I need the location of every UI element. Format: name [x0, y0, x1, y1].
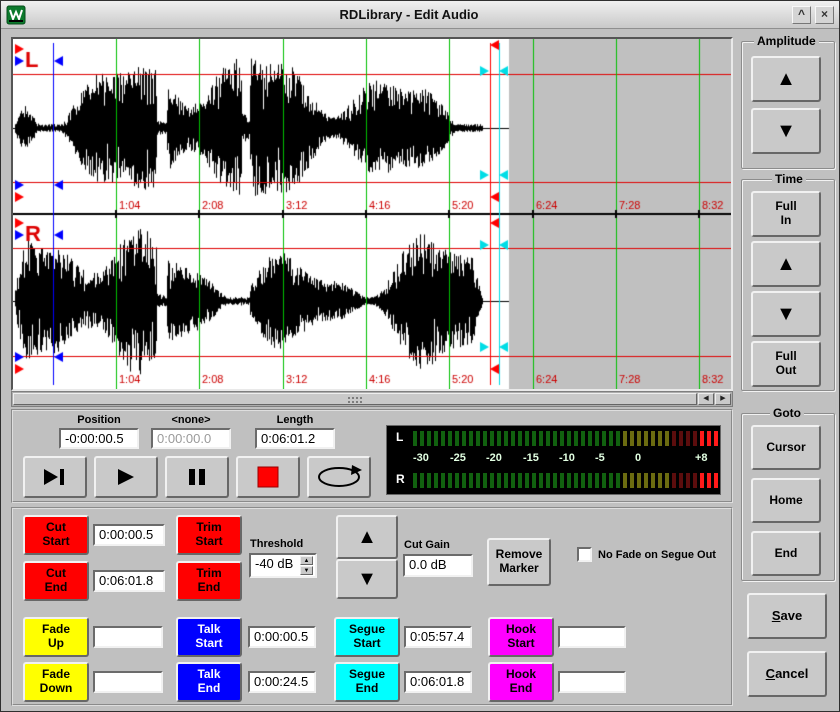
marker-readout-field: 0:00:00.0	[151, 428, 231, 449]
fade-down-button[interactable]: Fade Down	[23, 662, 89, 702]
position-field: -0:00:00.5	[59, 428, 139, 449]
time-down-icon: ▼	[776, 303, 796, 326]
full-in-button[interactable]: Full In	[751, 191, 821, 237]
segue-end-button[interactable]: Segue End	[334, 662, 400, 702]
hook-start-field[interactable]	[558, 626, 626, 648]
stop-icon	[257, 466, 279, 488]
no-fade-checkbox[interactable]	[577, 547, 592, 562]
window-title: RDLibrary - Edit Audio	[30, 7, 788, 22]
waveform-scrollbar[interactable]: ◀ ▶	[11, 391, 733, 407]
amplitude-up-icon: ▲	[776, 68, 796, 91]
cancel-button[interactable]: Cancel	[747, 651, 827, 697]
cancel-button-label: Cancel	[766, 667, 809, 682]
amplitude-up-button[interactable]: ▲	[751, 56, 821, 102]
pause-button[interactable]	[165, 456, 229, 498]
threshold-spinbox[interactable]: -40 dB ▲ ▼	[249, 553, 317, 578]
threshold-spin-up[interactable]: ▲	[300, 556, 313, 565]
shade-button[interactable]: ^	[792, 6, 811, 24]
fade-down-field[interactable]	[93, 671, 163, 693]
gain-down-button[interactable]: ▼	[336, 559, 398, 599]
talk-start-field[interactable]: 0:00:00.5	[248, 626, 316, 648]
fade-up-field[interactable]	[93, 626, 163, 648]
stop-button[interactable]	[236, 456, 300, 498]
amplitude-down-icon: ▼	[776, 120, 796, 143]
cut-start-button[interactable]: Cut Start	[23, 515, 89, 555]
remove-marker-button[interactable]: Remove Marker	[487, 538, 551, 586]
amplitude-group-title: Amplitude	[754, 34, 819, 48]
gain-up-icon: ▲	[357, 526, 377, 549]
scroll-left-button[interactable]: ◀	[698, 393, 714, 405]
talk-start-button[interactable]: Talk Start	[176, 617, 242, 657]
cut-gain-label: Cut Gain	[404, 539, 450, 551]
waveform-display[interactable]	[13, 39, 731, 389]
save-button[interactable]: Save	[747, 593, 827, 639]
threshold-label: Threshold	[250, 538, 303, 550]
hook-end-button[interactable]: Hook End	[488, 662, 554, 702]
meter-scale: -30-25-20-15-10-50+8	[413, 452, 718, 467]
time-group-title: Time	[772, 172, 806, 186]
length-label: Length	[255, 414, 335, 426]
no-fade-label: No Fade on Segue Out	[598, 549, 716, 561]
window-icon	[6, 5, 26, 25]
trim-start-button[interactable]: Trim Start	[176, 515, 242, 555]
segue-start-field[interactable]: 0:05:57.4	[404, 626, 472, 648]
goto-end-button[interactable]: End	[751, 531, 821, 576]
hook-start-button[interactable]: Hook Start	[488, 617, 554, 657]
trim-end-button[interactable]: Trim End	[176, 561, 242, 601]
segue-start-button[interactable]: Segue Start	[334, 617, 400, 657]
full-out-button[interactable]: Full Out	[751, 341, 821, 387]
goto-cursor-button[interactable]: Cursor	[751, 425, 821, 470]
cut-start-field[interactable]: 0:00:00.5	[93, 524, 165, 546]
play-from-start-button[interactable]	[23, 456, 87, 498]
titlebar[interactable]: RDLibrary - Edit Audio ^ ×	[1, 1, 839, 29]
scroll-right-icon: ▶	[720, 395, 725, 402]
fade-up-button[interactable]: Fade Up	[23, 617, 89, 657]
meter-bar-left	[413, 431, 718, 446]
spin-down-icon: ▼	[304, 568, 310, 574]
position-label: Position	[59, 414, 139, 426]
goto-group-title: Goto	[770, 406, 804, 420]
cut-end-button[interactable]: Cut End	[23, 561, 89, 601]
loop-icon	[316, 465, 362, 489]
loop-button[interactable]	[307, 456, 371, 498]
play-icon	[115, 468, 137, 486]
segue-end-field[interactable]: 0:06:01.8	[404, 671, 472, 693]
time-zoom-out-button[interactable]: ▼	[751, 291, 821, 337]
amplitude-down-button[interactable]: ▼	[751, 108, 821, 154]
meter-bar-right	[413, 473, 718, 488]
length-field: 0:06:01.2	[255, 428, 335, 449]
scrollbar-thumb[interactable]	[13, 393, 697, 405]
meter-right-label: R	[396, 472, 405, 486]
play-button[interactable]	[94, 456, 158, 498]
goto-home-button[interactable]: Home	[751, 478, 821, 523]
gain-down-icon: ▼	[357, 568, 377, 591]
hook-end-field[interactable]	[558, 671, 626, 693]
edit-audio-window: RDLibrary - Edit Audio ^ × ◀ ▶ Position …	[0, 0, 840, 712]
gain-up-button[interactable]: ▲	[336, 515, 398, 559]
scroll-right-button[interactable]: ▶	[715, 393, 731, 405]
close-button[interactable]: ×	[815, 6, 834, 24]
threshold-spin-down[interactable]: ▼	[300, 566, 313, 575]
marker-readout-label: <none>	[151, 414, 231, 426]
time-zoom-in-button[interactable]: ▲	[751, 241, 821, 287]
scroll-left-icon: ◀	[703, 395, 708, 402]
meter-left-label: L	[396, 430, 403, 444]
spin-up-icon: ▲	[304, 558, 310, 564]
threshold-value: -40 dB	[255, 556, 293, 571]
play-from-start-icon	[42, 468, 68, 486]
cut-gain-field[interactable]: 0.0 dB	[403, 554, 473, 577]
scrollbar-grip	[348, 397, 350, 399]
talk-end-button[interactable]: Talk End	[176, 662, 242, 702]
talk-end-field[interactable]: 0:00:24.5	[248, 671, 316, 693]
time-up-icon: ▲	[776, 253, 796, 276]
save-button-label: Save	[772, 609, 802, 624]
cut-end-field[interactable]: 0:06:01.8	[93, 570, 165, 592]
waveform-panel	[11, 37, 733, 391]
audio-meter: L -30-25-20-15-10-50+8 R	[386, 425, 721, 495]
pause-icon	[186, 468, 208, 486]
